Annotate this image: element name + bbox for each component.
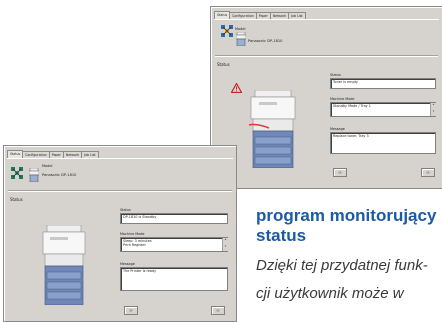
machine-mode-value-2: Print Register (123, 243, 146, 247)
tab-divider (214, 19, 439, 20)
article-body-line-2: cji użytkownik może w (256, 285, 404, 302)
network-printer-icon (220, 24, 234, 38)
message-label: Message (120, 262, 135, 266)
printer-status-window-back: Status Configuration Paper Network Job L… (210, 6, 442, 189)
message-value: The Printer is ready (123, 269, 157, 273)
copier-image (41, 225, 87, 305)
separator (8, 190, 232, 191)
refresh-button[interactable]: ⟳ (124, 306, 138, 315)
machine-mode-label: Machine Mode (120, 232, 145, 236)
printer-icon (236, 32, 246, 46)
help-button[interactable]: ⟳ (421, 168, 435, 177)
status-field: DP-1810 is Standby (120, 213, 228, 224)
network-printer-icon (10, 166, 24, 180)
refresh-button[interactable]: ⟳ (333, 168, 347, 177)
status-group-title: Status (217, 62, 230, 67)
warning-icon (231, 83, 242, 93)
scroll-down-icon[interactable]: ▾ (223, 244, 228, 252)
model-label: Model (42, 164, 53, 168)
model-label: Model (235, 27, 246, 31)
scroll-down-icon[interactable]: ▾ (431, 109, 436, 117)
machine-mode-value: Standby Mode / Tray 1 (333, 104, 371, 108)
separator (215, 55, 438, 56)
model-value: Panasonic DP-1810 (248, 39, 283, 43)
status-field-value: Toner is empty (333, 80, 358, 84)
machine-mode-scrollbar[interactable]: ▴ ▾ (430, 103, 436, 116)
machine-mode-scrollbar[interactable]: ▴ ▾ (222, 238, 228, 251)
status-field-label: Status (120, 208, 131, 212)
article-body-line-1: Dzięki tej przydatnej funk- (256, 257, 428, 274)
message-label: Message (330, 127, 345, 131)
tab-status[interactable]: Status (214, 11, 231, 19)
status-field: Toner is empty (330, 78, 436, 89)
copier-image (249, 90, 297, 168)
model-value: Panasonic DP-1810 (42, 173, 77, 177)
article-heading-line-2: status (256, 226, 307, 245)
printer-status-window-front: Status Configuration Paper Network Job L… (3, 145, 237, 322)
article-body: Dzięki tej przydatnej funk- cji użytkown… (256, 252, 442, 308)
help-button[interactable]: ⟳ (211, 306, 225, 315)
tab-divider (7, 158, 233, 159)
status-group-title: Status (10, 197, 23, 202)
machine-mode-field[interactable]: Standby Mode / Tray 1 (330, 102, 436, 117)
article-heading: program monitorujący status (256, 206, 442, 246)
machine-mode-field[interactable]: Sleep: 3 minutes Print Register (120, 237, 228, 252)
status-field-value: DP-1810 is Standby (123, 215, 157, 219)
tab-status[interactable]: Status (7, 150, 24, 158)
status-field-label: Status (330, 73, 341, 77)
printer-icon (29, 168, 39, 182)
machine-mode-label: Machine Mode (330, 97, 355, 101)
message-value: Replace toner. Tray 3 (333, 134, 369, 138)
message-field: Replace toner. Tray 3 (330, 132, 436, 154)
message-field: The Printer is ready (120, 267, 228, 291)
article-heading-line-1: program monitorujący (256, 206, 437, 225)
